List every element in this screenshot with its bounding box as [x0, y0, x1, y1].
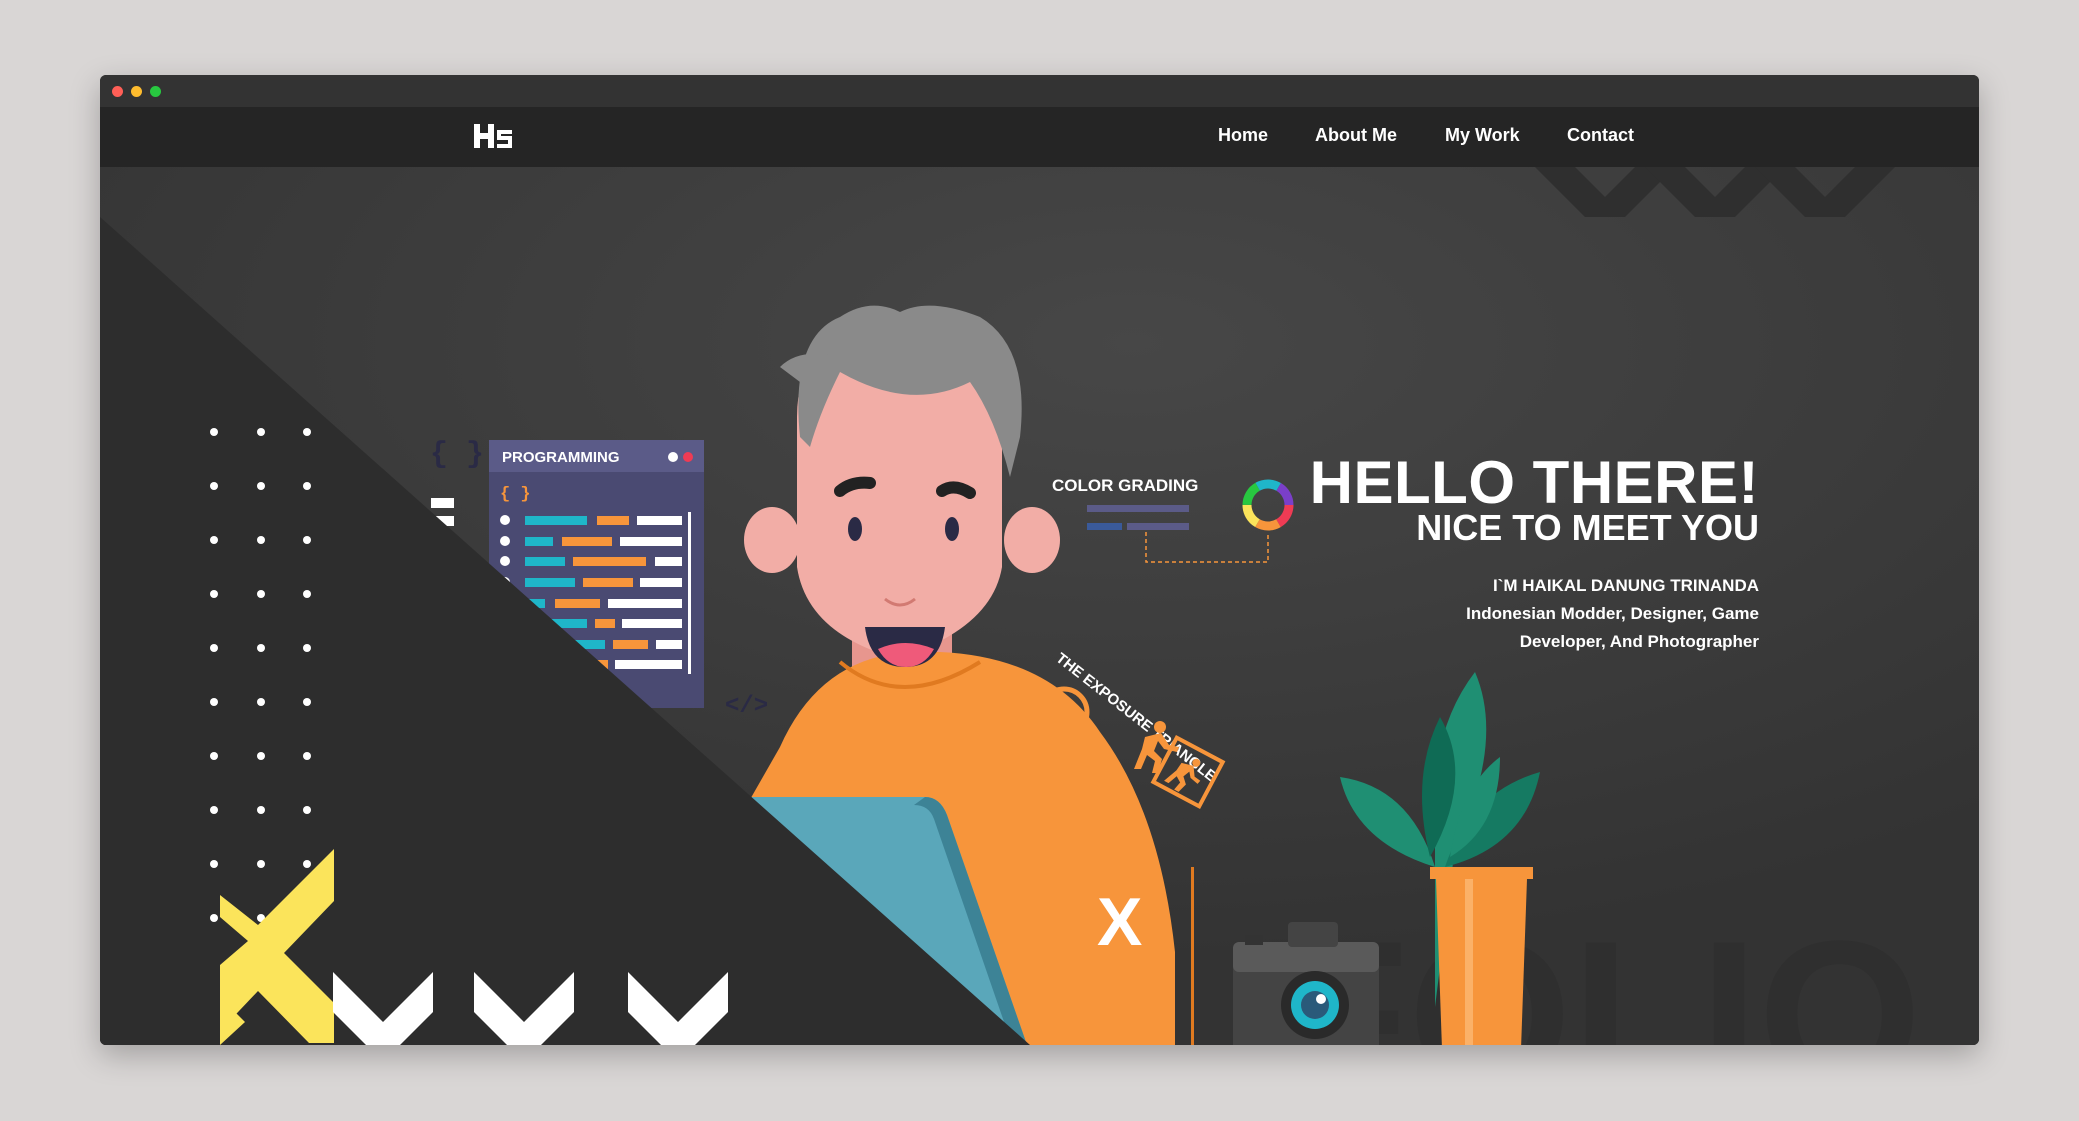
title-bar	[100, 75, 1979, 107]
hero-section: FOLIO PROGRAMMING { } {} </> COLOR GRAD…	[100, 167, 1979, 1045]
top-navbar: Home About Me My Work Contact	[100, 107, 1979, 167]
site-logo[interactable]	[472, 120, 514, 150]
nav-work-link[interactable]: My Work	[1445, 125, 1520, 146]
code-tag-icon: </>	[725, 693, 768, 720]
intro-line-2: Developer, And Photographer	[1519, 632, 1759, 651]
panel-braces: { }	[500, 485, 531, 504]
intro-name: I`M HAIKAL DANUNG TRINANDA	[1493, 576, 1759, 595]
nav-home-link[interactable]: Home	[1218, 125, 1268, 146]
braces-decoration: { }	[430, 438, 484, 472]
nav-about-link[interactable]: About Me	[1315, 125, 1397, 146]
color-grading-label: COLOR GRADING	[1052, 476, 1198, 495]
minimize-window-button[interactable]	[131, 86, 142, 97]
hero-subtitle: NICE TO MEET YOU	[1416, 507, 1759, 548]
programming-label: PROGRAMMING	[502, 449, 620, 466]
maximize-window-button[interactable]	[150, 86, 161, 97]
intro-line-1: Indonesian Modder, Designer, Game	[1466, 604, 1759, 623]
nav-contact-link[interactable]: Contact	[1567, 125, 1634, 146]
shirt-logo: X	[1097, 884, 1142, 960]
browser-window: Home About Me My Work Contact FOLIO PROG…	[100, 75, 1979, 1045]
close-window-button[interactable]	[112, 86, 123, 97]
